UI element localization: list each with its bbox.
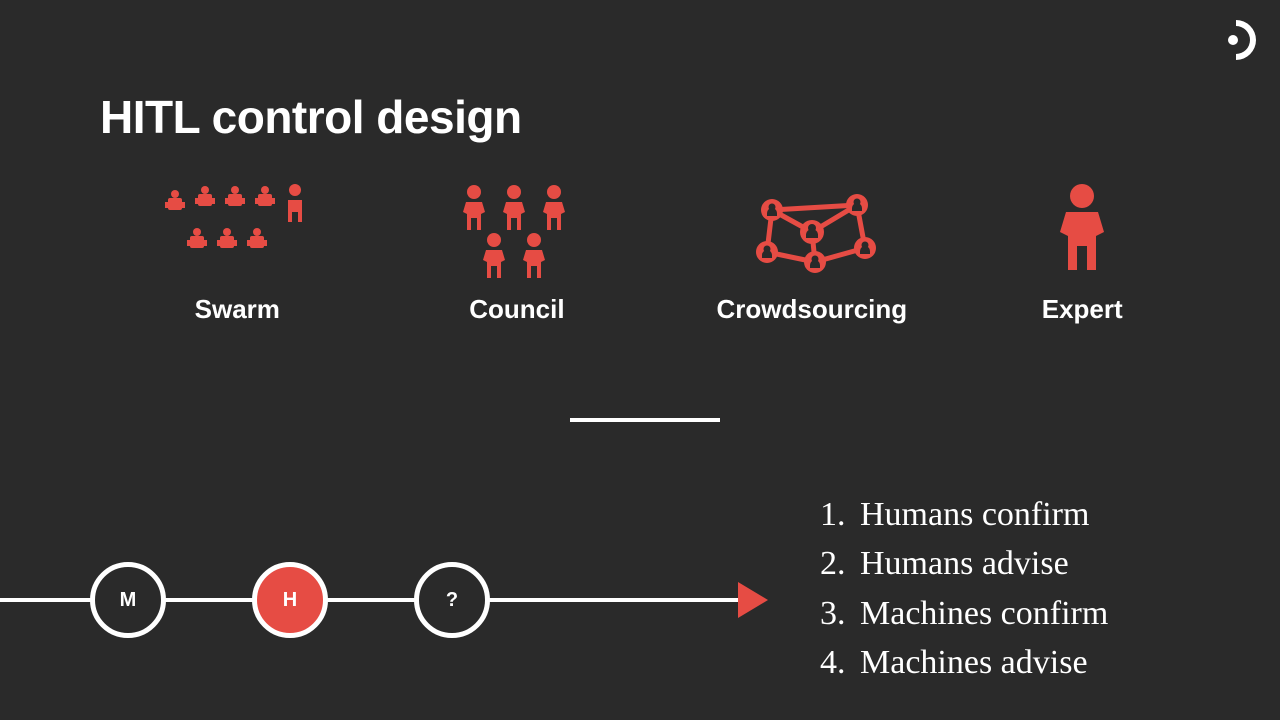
categories-row: Swarm Council — [0, 180, 1280, 325]
list-number: 3. — [820, 589, 854, 638]
list-number: 1. — [820, 490, 854, 539]
list-text: Humans advise — [860, 539, 1069, 588]
section-divider — [570, 418, 720, 422]
swarm-icon — [157, 180, 317, 280]
list-number: 4. — [820, 638, 854, 687]
crowdsourcing-icon — [737, 180, 887, 280]
list-text: Humans confirm — [860, 490, 1089, 539]
list-text: Machines advise — [860, 638, 1088, 687]
list-item: 1. Humans confirm — [820, 490, 1108, 539]
timeline: M H ? — [0, 560, 785, 640]
list-item: 4. Machines advise — [820, 638, 1108, 687]
category-label: Expert — [1042, 294, 1123, 325]
category-swarm: Swarm — [157, 180, 317, 325]
council-icon — [452, 180, 582, 280]
modes-list: 1. Humans confirm 2. Humans advise 3. Ma… — [820, 490, 1108, 687]
expert-icon — [1052, 180, 1112, 280]
logo-icon — [1212, 16, 1260, 64]
list-number: 2. — [820, 539, 854, 588]
page-title: HITL control design — [100, 90, 522, 144]
timeline-node-m: M — [90, 562, 166, 638]
category-label: Crowdsourcing — [716, 294, 907, 325]
list-item: 2. Humans advise — [820, 539, 1108, 588]
list-text: Machines confirm — [860, 589, 1108, 638]
category-label: Council — [469, 294, 564, 325]
list-item: 3. Machines confirm — [820, 589, 1108, 638]
category-council: Council — [452, 180, 582, 325]
category-expert: Expert — [1042, 180, 1123, 325]
timeline-node-unknown: ? — [414, 562, 490, 638]
category-crowdsourcing: Crowdsourcing — [716, 180, 907, 325]
timeline-node-h: H — [252, 562, 328, 638]
category-label: Swarm — [195, 294, 280, 325]
timeline-arrow-icon — [738, 582, 768, 618]
